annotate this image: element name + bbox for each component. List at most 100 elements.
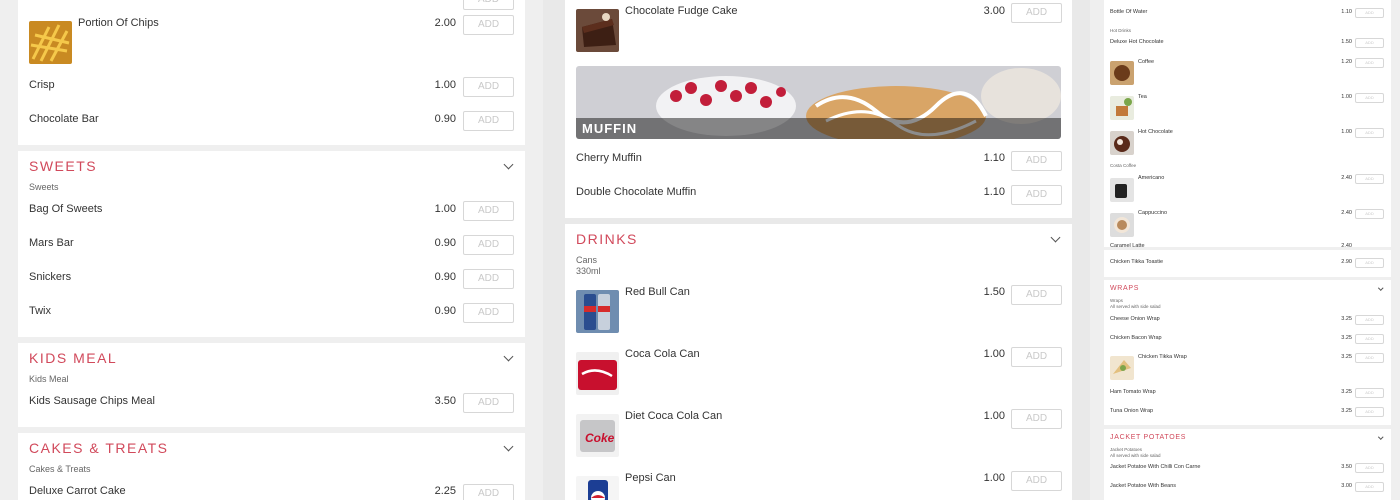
item-name: Portion Of Chips bbox=[78, 17, 159, 29]
section-title[interactable]: CAKES & TREATS bbox=[29, 440, 169, 456]
item-name: Snickers bbox=[29, 271, 72, 283]
add-button[interactable]: ADD bbox=[463, 0, 514, 10]
item-name: Jacket Potatoe With Beans bbox=[1110, 483, 1177, 489]
item-name: Chocolate Bar bbox=[29, 113, 99, 125]
add-button[interactable]: ADD bbox=[463, 303, 514, 323]
item-price: 1.20 bbox=[1341, 59, 1352, 65]
chevron-down-icon[interactable] bbox=[1378, 434, 1384, 440]
item-name: Americano bbox=[1138, 175, 1165, 181]
add-button[interactable]: ADD bbox=[1355, 174, 1384, 184]
item-price: 3.25 bbox=[1341, 408, 1352, 414]
add-button[interactable]: ADD bbox=[463, 393, 514, 413]
toastie-section: Chicken Tikka Toastie 2.90 ADD bbox=[1104, 250, 1391, 277]
left-column: ADD Portion Of Chips 2.00 ADD Crisp 1.00… bbox=[0, 0, 543, 500]
section-title[interactable]: KIDS MEAL bbox=[29, 350, 117, 366]
red-bull-thumbnail bbox=[576, 290, 619, 333]
item-price: 3.25 bbox=[1341, 389, 1352, 395]
item-price: 2.00 bbox=[434, 17, 456, 29]
chevron-down-icon[interactable] bbox=[503, 441, 514, 452]
chevron-down-icon[interactable] bbox=[1378, 285, 1384, 291]
item-name: Red Bull Can bbox=[625, 286, 690, 298]
muffin-banner[interactable]: MUFFIN bbox=[576, 66, 1061, 139]
item-name: Crisp bbox=[29, 79, 55, 91]
section-subtitle: Sweets bbox=[29, 182, 59, 192]
section-title[interactable]: DRINKS bbox=[576, 231, 638, 247]
section-title[interactable]: JACKET POTATOES bbox=[1110, 434, 1186, 441]
item-price: 3.50 bbox=[1341, 464, 1352, 470]
section-subtitle: 330ml bbox=[576, 266, 601, 276]
add-button[interactable]: ADD bbox=[1011, 3, 1062, 23]
item-name: Tea bbox=[1138, 94, 1147, 100]
add-button[interactable]: ADD bbox=[1011, 347, 1062, 367]
add-button[interactable]: ADD bbox=[1355, 407, 1384, 417]
coffee-thumbnail bbox=[1110, 61, 1134, 85]
item-price: 1.00 bbox=[983, 410, 1005, 422]
item-price: 0.90 bbox=[434, 113, 456, 125]
fudge-cake-thumbnail bbox=[576, 9, 619, 52]
item-price: 2.40 bbox=[1341, 243, 1352, 249]
add-button[interactable]: ADD bbox=[463, 201, 514, 221]
add-button[interactable]: ADD bbox=[463, 77, 514, 97]
item-name: Ham Tomato Wrap bbox=[1110, 389, 1156, 395]
add-button[interactable]: ADD bbox=[1355, 38, 1384, 48]
item-name: Chicken Tikka Wrap bbox=[1138, 354, 1187, 360]
add-button[interactable]: ADD bbox=[463, 15, 514, 35]
item-name: Caramel Latte bbox=[1110, 243, 1145, 249]
add-button[interactable]: ADD bbox=[1355, 315, 1384, 325]
add-button[interactable]: ADD bbox=[1355, 388, 1384, 398]
cakes-treats-section: CAKES & TREATS Cakes & Treats Deluxe Car… bbox=[18, 433, 525, 500]
item-price: 3.25 bbox=[1341, 316, 1352, 322]
item-name: Double Chocolate Muffin bbox=[576, 186, 697, 198]
add-button[interactable]: ADD bbox=[1355, 334, 1384, 344]
item-price: 0.90 bbox=[434, 237, 456, 249]
chevron-down-icon[interactable] bbox=[1050, 232, 1061, 243]
add-button[interactable]: ADD bbox=[1355, 93, 1384, 103]
item-price: 0.90 bbox=[434, 271, 456, 283]
item-name: Coffee bbox=[1138, 59, 1155, 65]
add-button[interactable]: ADD bbox=[1011, 185, 1062, 205]
item-name: Deluxe Carrot Cake bbox=[29, 485, 126, 497]
item-price: 1.50 bbox=[1341, 39, 1352, 45]
section-subtitle: Costa Coffee bbox=[1110, 163, 1137, 168]
wrap-thumbnail bbox=[1110, 356, 1134, 380]
add-button[interactable]: ADD bbox=[1011, 285, 1062, 305]
item-price: 1.00 bbox=[434, 203, 456, 215]
coca-cola-thumbnail bbox=[576, 352, 619, 395]
add-button[interactable]: ADD bbox=[1355, 482, 1384, 492]
add-button[interactable]: ADD bbox=[1011, 151, 1062, 171]
wraps-section: WRAPS Wraps All served with side salad C… bbox=[1104, 280, 1391, 425]
item-price: 1.00 bbox=[434, 79, 456, 91]
item-name: Diet Coca Cola Can bbox=[625, 410, 723, 422]
add-button[interactable]: ADD bbox=[1011, 471, 1062, 491]
right-column: Bottle Of Water 1.10 ADD Hot Drinks Delu… bbox=[1090, 0, 1400, 500]
add-button[interactable]: ADD bbox=[1355, 353, 1384, 363]
item-name: Chicken Tikka Toastie bbox=[1110, 259, 1164, 265]
chevron-down-icon[interactable] bbox=[503, 159, 514, 170]
item-price: 3.00 bbox=[983, 5, 1005, 17]
item-name: Twix bbox=[29, 305, 51, 317]
add-button[interactable]: ADD bbox=[463, 235, 514, 255]
add-button[interactable]: ADD bbox=[1355, 8, 1384, 18]
add-button[interactable]: ADD bbox=[1355, 463, 1384, 473]
chevron-down-icon[interactable] bbox=[503, 351, 514, 362]
add-button[interactable]: ADD bbox=[1355, 209, 1384, 219]
item-name: Deluxe Hot Chocolate bbox=[1110, 39, 1164, 45]
add-button[interactable]: ADD bbox=[1355, 258, 1384, 268]
americano-thumbnail bbox=[1110, 178, 1134, 202]
item-name: Kids Sausage Chips Meal bbox=[29, 395, 155, 407]
pepsi-thumbnail bbox=[576, 476, 619, 500]
add-button[interactable]: ADD bbox=[463, 484, 514, 500]
diet-coke-thumbnail: Coke bbox=[576, 414, 619, 457]
add-button[interactable]: ADD bbox=[1011, 409, 1062, 429]
section-subtitle: Cakes & Treats bbox=[29, 464, 91, 474]
add-button[interactable]: ADD bbox=[463, 269, 514, 289]
add-button[interactable]: ADD bbox=[463, 111, 514, 131]
item-name: Bottle Of Water bbox=[1110, 9, 1148, 15]
item-price: 0.90 bbox=[434, 305, 456, 317]
chips-thumbnail bbox=[29, 21, 72, 64]
section-title[interactable]: SWEETS bbox=[29, 158, 97, 174]
add-button[interactable]: ADD bbox=[1355, 58, 1384, 68]
section-subtitle: All served with side salad bbox=[1110, 453, 1161, 458]
add-button[interactable]: ADD bbox=[1355, 128, 1384, 138]
section-title[interactable]: WRAPS bbox=[1110, 285, 1139, 292]
